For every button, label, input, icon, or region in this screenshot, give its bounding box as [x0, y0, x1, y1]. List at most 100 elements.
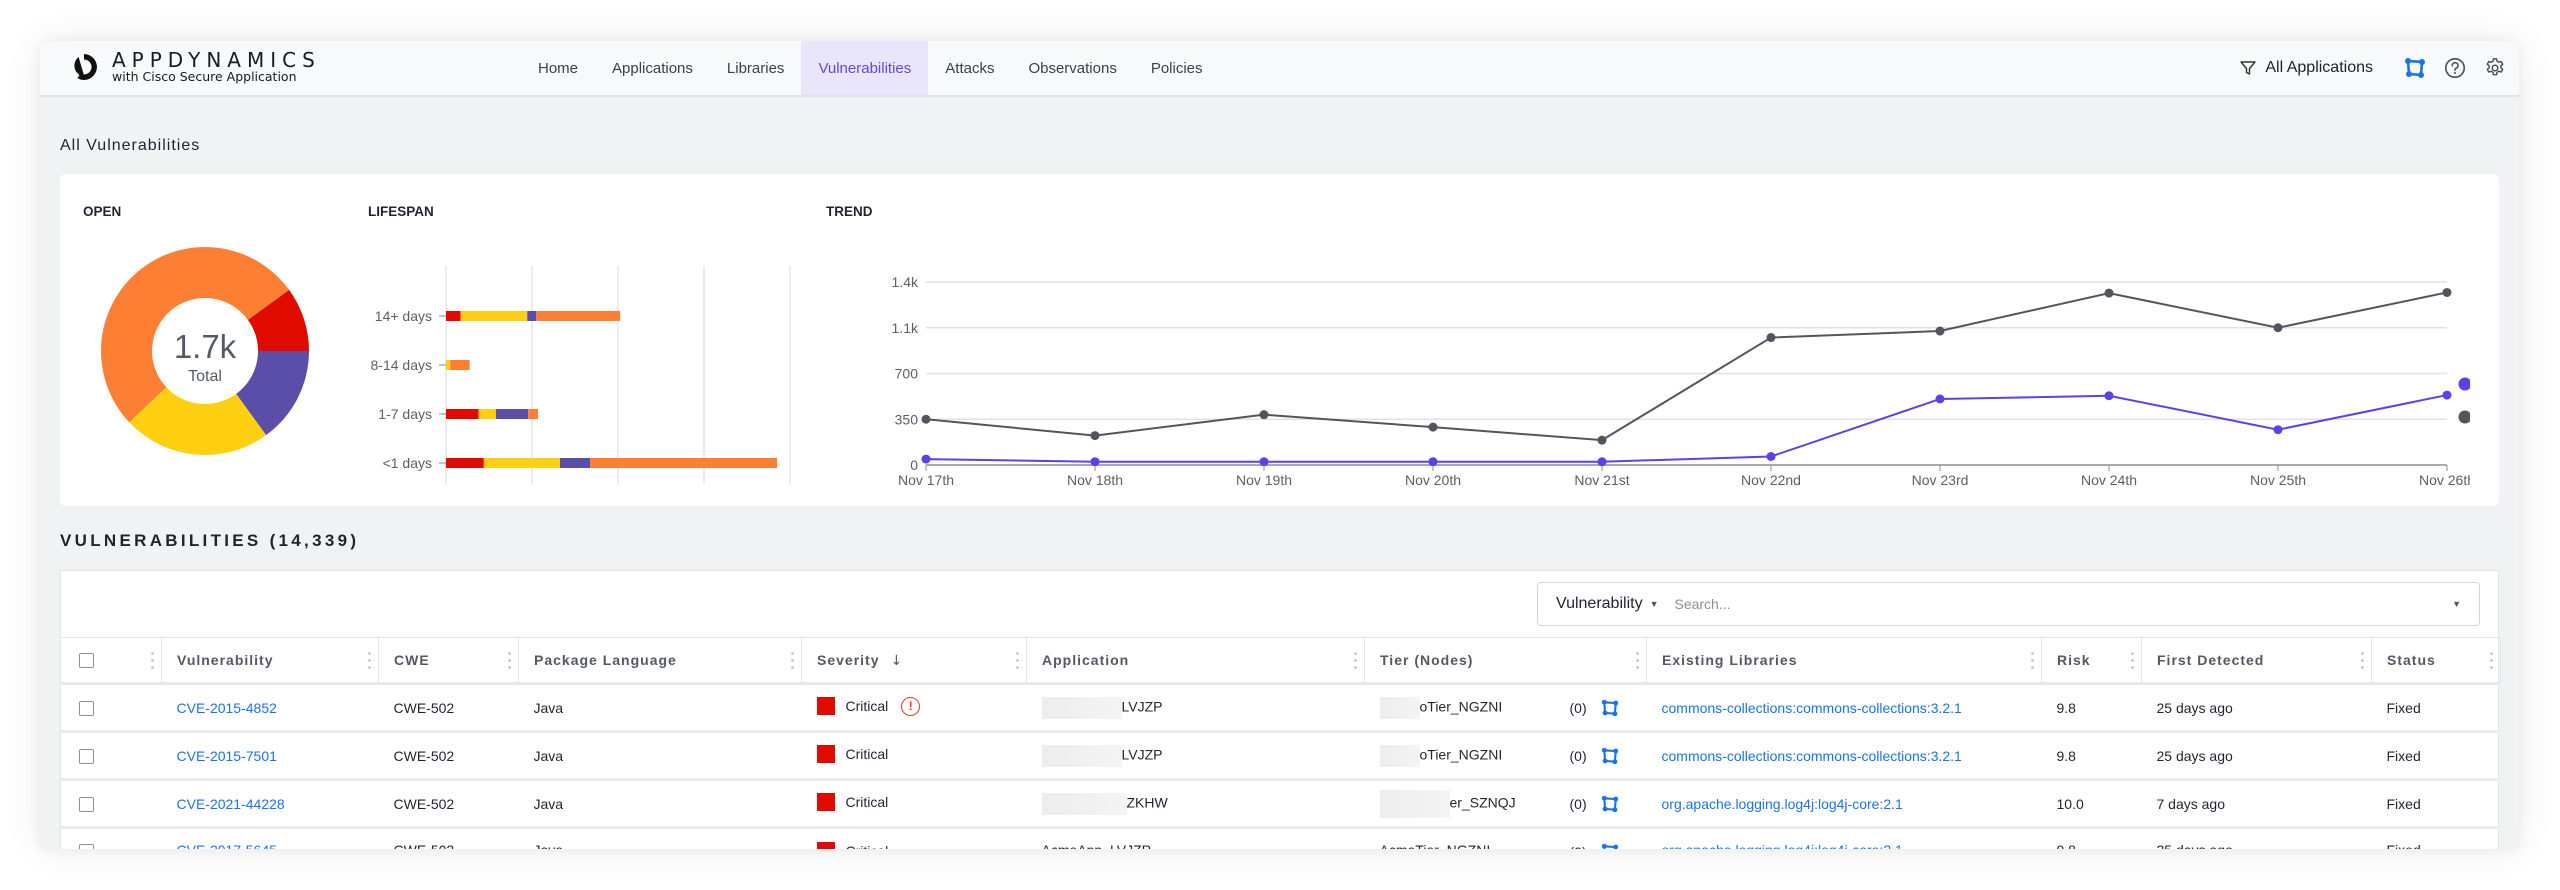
- data-point-total: [921, 414, 931, 424]
- col-status[interactable]: Status: [2371, 637, 2501, 685]
- library-link[interactable]: org.apache.logging.log4j:log4j-core:2.1: [1662, 796, 1903, 812]
- col-risk[interactable]: Risk: [2041, 637, 2142, 685]
- row-checkbox[interactable]: [78, 796, 94, 812]
- row-checkbox[interactable]: [78, 843, 94, 849]
- bar-segment-high: [528, 409, 539, 419]
- column-resize-handle[interactable]: [791, 650, 794, 670]
- select-all-header: [60, 637, 162, 685]
- column-resize-handle[interactable]: [1354, 650, 1357, 670]
- col-application[interactable]: Application: [1026, 637, 1365, 685]
- column-resize-handle[interactable]: [151, 650, 154, 670]
- data-point-fixed: [1597, 457, 1607, 467]
- first-detected-cell: 7 days ago: [2141, 779, 2372, 829]
- col-severity[interactable]: Severity ↓: [801, 637, 1027, 685]
- language-cell: Java: [518, 683, 802, 733]
- topology-icon[interactable]: [1601, 747, 1619, 765]
- column-resize-handle[interactable]: [1016, 650, 1019, 670]
- redacted-text: [1041, 696, 1122, 719]
- vulnerability-link[interactable]: CVE-2015-4852: [177, 700, 277, 716]
- column-resize-handle[interactable]: [2490, 650, 2493, 670]
- warning-icon[interactable]: !: [901, 696, 921, 716]
- topology-button[interactable]: [2403, 56, 2427, 80]
- data-point-total: [1428, 422, 1438, 432]
- column-resize-handle[interactable]: [508, 650, 511, 670]
- brand-name: APPDYNAMICS: [112, 48, 321, 72]
- redacted-text: [1379, 744, 1420, 767]
- settings-button[interactable]: [2483, 56, 2507, 80]
- topology-icon: [2405, 58, 2425, 78]
- x-tick-label: Nov 21st: [1574, 472, 1629, 488]
- vulnerability-cell: CVE-2015-7501: [161, 731, 379, 781]
- search-dropdown-chevron-icon[interactable]: ▼: [2452, 599, 2461, 609]
- application-filter-button[interactable]: All Applications: [2239, 59, 2373, 77]
- risk-cell: 9.8: [2041, 827, 2142, 849]
- y-tick-label: 1.4k: [892, 274, 919, 290]
- open-label: OPEN: [83, 204, 122, 219]
- vulnerability-link[interactable]: CVE-2015-7501: [177, 748, 277, 764]
- top-navigation-bar: APPDYNAMICS with Cisco Secure Applicatio…: [40, 41, 2519, 97]
- application-cell: LVJZP: [1026, 731, 1365, 781]
- column-resize-handle[interactable]: [2131, 650, 2134, 670]
- application-name: ZKHW: [1126, 794, 1168, 811]
- nav-policies[interactable]: Policies: [1134, 41, 1220, 95]
- vulnerability-link[interactable]: CVE-2021-44228: [177, 796, 285, 812]
- application-name: LVJZP: [1121, 746, 1163, 763]
- nav-vulnerabilities[interactable]: Vulnerabilities: [801, 41, 929, 95]
- tier-name: AcmeTier_NGZNI: [1380, 842, 1491, 849]
- table-row[interactable]: CVE-2015-7501 CWE-502 Java Critical! LVJ…: [60, 731, 2501, 781]
- col-first-detected[interactable]: First Detected: [2141, 637, 2372, 685]
- library-link[interactable]: org.apache.logging.log4j:log4j-core:2.1: [1662, 842, 1903, 849]
- library-link[interactable]: commons-collections:commons-collections:…: [1662, 700, 1962, 716]
- library-link[interactable]: commons-collections:commons-collections:…: [1662, 748, 1962, 764]
- column-resize-handle[interactable]: [2031, 650, 2034, 670]
- vulnerability-link[interactable]: CVE-2017-5645: [177, 842, 277, 849]
- library-cell: commons-collections:commons-collections:…: [1646, 731, 2042, 781]
- category-label: <1 days: [383, 455, 432, 471]
- library-cell: org.apache.logging.log4j:log4j-core:2.1: [1646, 779, 2042, 829]
- data-point-fixed: [2442, 390, 2452, 400]
- col-existing-libraries[interactable]: Existing Libraries: [1646, 637, 2042, 685]
- trend-label: TREND: [826, 204, 873, 219]
- col-package-language[interactable]: Package Language: [518, 637, 802, 685]
- status-cell: Fixed: [2371, 779, 2501, 829]
- table-row[interactable]: CVE-2017-5645 CWE-502 Java Critical! Acm…: [60, 827, 2501, 850]
- nav-attacks[interactable]: Attacks: [928, 41, 1011, 95]
- nav-libraries[interactable]: Libraries: [710, 41, 802, 95]
- help-icon: [2445, 58, 2465, 78]
- nav-observations[interactable]: Observations: [1011, 41, 1133, 95]
- nav-applications[interactable]: Applications: [595, 41, 710, 95]
- tier-cell: er_SZNQJ (0): [1364, 779, 1647, 829]
- col-vulnerability[interactable]: Vulnerability: [161, 637, 379, 685]
- table-row[interactable]: CVE-2015-4852 CWE-502 Java Critical! LVJ…: [60, 683, 2501, 733]
- select-all-checkbox[interactable]: [79, 652, 94, 668]
- donut-center-label: Total: [188, 368, 222, 385]
- table-row[interactable]: CVE-2021-44228 CWE-502 Java Critical! ZK…: [60, 779, 2501, 829]
- search-bar: Vulnerability ▼ ▼: [1537, 582, 2480, 626]
- column-resize-handle[interactable]: [2361, 650, 2364, 670]
- help-button[interactable]: [2443, 56, 2467, 80]
- topology-icon[interactable]: [1601, 843, 1619, 850]
- row-checkbox[interactable]: [78, 748, 94, 764]
- search-input[interactable]: [1674, 596, 2453, 612]
- topology-icon[interactable]: [1601, 795, 1619, 813]
- col-cwe[interactable]: CWE: [378, 637, 519, 685]
- appdynamics-logo[interactable]: APPDYNAMICS with Cisco Secure Applicatio…: [70, 50, 321, 84]
- search-scope-label: Vulnerability: [1556, 595, 1643, 612]
- column-resize-handle[interactable]: [368, 650, 371, 670]
- column-resize-handle[interactable]: [1636, 650, 1639, 670]
- bar-segment-low: [495, 409, 529, 419]
- legend-marker-fixed: [2458, 377, 2470, 391]
- nav-home[interactable]: Home: [521, 41, 595, 95]
- col-tier-nodes[interactable]: Tier (Nodes): [1364, 637, 1647, 685]
- row-checkbox[interactable]: [78, 700, 94, 716]
- severity-cell: Critical!: [801, 827, 1027, 849]
- first-detected-cell: 25 days ago: [2141, 827, 2372, 849]
- first-detected-cell: 25 days ago: [2141, 683, 2372, 733]
- table-header-row: Vulnerability CWE Package Language Sever…: [60, 637, 2501, 685]
- cwe-cell: CWE-502: [378, 827, 519, 849]
- y-tick-label: 0: [910, 457, 918, 473]
- severity-cell: Critical!: [801, 779, 1027, 829]
- topology-icon[interactable]: [1601, 699, 1619, 717]
- search-scope-dropdown[interactable]: Vulnerability ▼: [1556, 595, 1658, 613]
- app-window: APPDYNAMICS with Cisco Secure Applicatio…: [40, 41, 2519, 849]
